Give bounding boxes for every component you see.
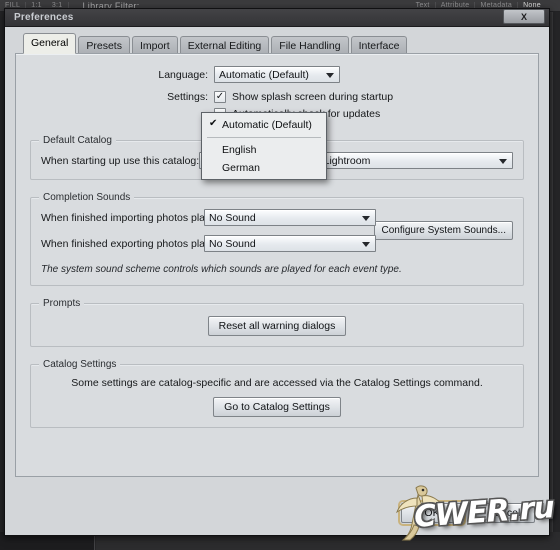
settings-row-1: Settings: ✓ Show splash screen during st… xyxy=(30,91,524,103)
menu-item-english[interactable]: English xyxy=(202,141,326,159)
group-catalog-settings: Catalog Settings Some settings are catal… xyxy=(30,359,524,428)
language-dropdown-menu[interactable]: ✔ Automatic (Default) English German xyxy=(201,112,327,180)
catalog-settings-description: Some settings are catalog-specific and a… xyxy=(71,377,483,389)
export-sound-row: When finished exporting photos play: No … xyxy=(41,235,383,252)
chevron-down-icon xyxy=(362,241,370,247)
import-sound-row: When finished importing photos play: No … xyxy=(41,209,383,226)
group-completion-sounds: Completion Sounds When finished importin… xyxy=(30,192,524,286)
export-sound-label: When finished exporting photos play: xyxy=(41,237,214,250)
group-catalog-settings-title: Catalog Settings xyxy=(39,359,121,370)
export-sound-select-value: No Sound xyxy=(209,237,256,250)
settings-label: Settings: xyxy=(167,91,208,103)
dialog-footer: OK Cancel xyxy=(5,491,551,535)
tab-strip: General Presets Import External Editing … xyxy=(23,33,539,55)
close-icon[interactable]: X xyxy=(503,9,545,24)
preferences-dialog: Preferences X General Presets Import Ext… xyxy=(4,8,550,536)
menu-item-german[interactable]: German xyxy=(202,159,326,177)
reset-all-warning-dialogs-button[interactable]: Reset all warning dialogs xyxy=(207,316,347,336)
group-default-catalog-title: Default Catalog xyxy=(39,135,116,146)
dialog-title: Preferences xyxy=(14,12,74,23)
ok-button[interactable]: OK xyxy=(398,500,466,526)
group-prompts-title: Prompts xyxy=(39,298,85,309)
completion-sounds-hint: The system sound scheme controls which s… xyxy=(41,264,402,275)
chevron-down-icon xyxy=(326,72,334,78)
configure-system-sounds-button[interactable]: Configure System Sounds... xyxy=(374,221,513,240)
go-to-catalog-settings-button[interactable]: Go to Catalog Settings xyxy=(213,397,341,417)
cancel-button[interactable]: Cancel xyxy=(473,503,535,523)
group-prompts: Prompts Reset all warning dialogs xyxy=(30,298,524,347)
language-label: Language: xyxy=(158,68,208,81)
tab-general[interactable]: General xyxy=(23,33,77,54)
checkbox-show-splash-screen[interactable]: ✓ xyxy=(214,91,226,103)
menu-separator xyxy=(207,137,321,138)
dialog-titlebar[interactable]: Preferences X xyxy=(5,9,549,27)
chevron-down-icon xyxy=(499,158,507,164)
chevron-down-icon xyxy=(362,215,370,221)
import-sound-select[interactable]: No Sound xyxy=(204,209,376,226)
language-select[interactable]: Automatic (Default) xyxy=(214,66,340,83)
menu-item-automatic-default[interactable]: ✔ Automatic (Default) xyxy=(202,116,326,134)
menu-item-german-label: German xyxy=(222,162,260,174)
default-catalog-label: When starting up use this catalog: xyxy=(41,154,200,167)
prompts-button-row: Reset all warning dialogs xyxy=(41,316,513,336)
language-select-value: Automatic (Default) xyxy=(219,68,309,81)
menu-item-english-label: English xyxy=(222,144,257,156)
catalog-settings-description-row: Some settings are catalog-specific and a… xyxy=(41,377,513,389)
group-completion-sounds-title: Completion Sounds xyxy=(39,192,135,203)
import-sound-select-value: No Sound xyxy=(209,211,256,224)
import-sound-label: When finished importing photos play: xyxy=(41,211,214,224)
language-row: Language: Automatic (Default) xyxy=(30,66,524,83)
dialog-body: General Presets Import External Editing … xyxy=(5,27,549,535)
export-sound-select[interactable]: No Sound xyxy=(204,235,376,252)
catalog-settings-button-row: Go to Catalog Settings xyxy=(41,397,513,417)
lightroom-right-panel[interactable] xyxy=(552,12,560,532)
checkbox-show-splash-screen-label: Show splash screen during startup xyxy=(232,91,394,103)
menu-item-automatic-default-label: Automatic (Default) xyxy=(222,119,312,131)
check-icon: ✔ xyxy=(209,118,218,129)
